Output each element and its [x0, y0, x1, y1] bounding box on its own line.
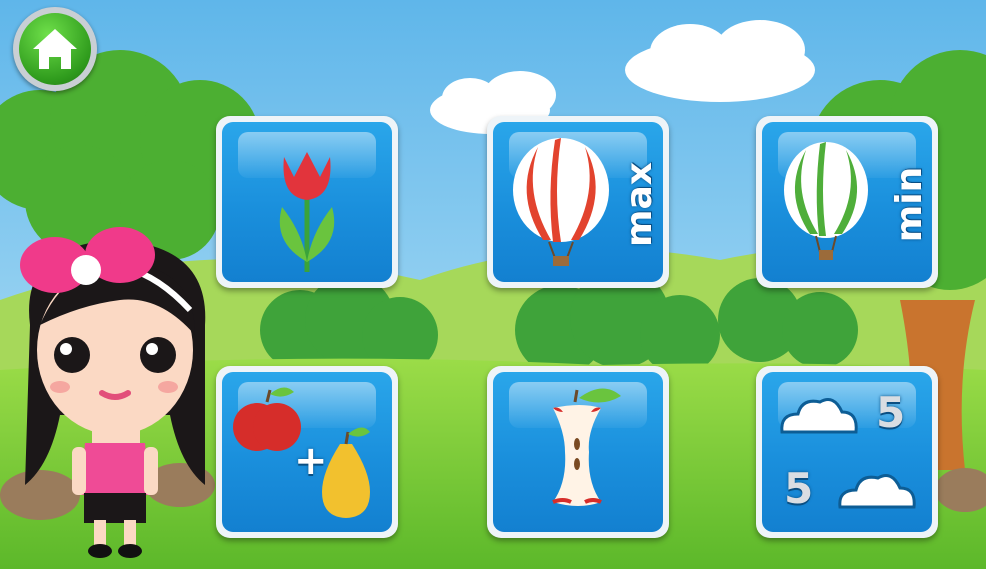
cloud-icon	[780, 398, 858, 434]
tile-max[interactable]: max	[487, 116, 669, 288]
apple-icon	[233, 387, 301, 451]
tile-counting[interactable]: 5 5	[756, 366, 938, 538]
home-button[interactable]	[13, 7, 97, 91]
plus-sign: +	[294, 438, 328, 484]
cloud-icon	[838, 474, 916, 509]
max-label: max	[619, 161, 661, 248]
number-bottom: 5	[784, 464, 814, 513]
pear-icon	[322, 427, 370, 518]
apple-core-icon	[552, 388, 621, 506]
tile-apple-core[interactable]	[487, 366, 669, 538]
tile-min[interactable]: min	[756, 116, 938, 288]
number-top: 5	[876, 388, 906, 437]
girl-character	[20, 227, 206, 558]
tulip-icon	[279, 152, 335, 272]
tile-addition[interactable]: +	[216, 366, 398, 538]
min-label: min	[889, 166, 931, 243]
home-icon	[33, 29, 77, 69]
tile-flower[interactable]	[216, 116, 398, 288]
